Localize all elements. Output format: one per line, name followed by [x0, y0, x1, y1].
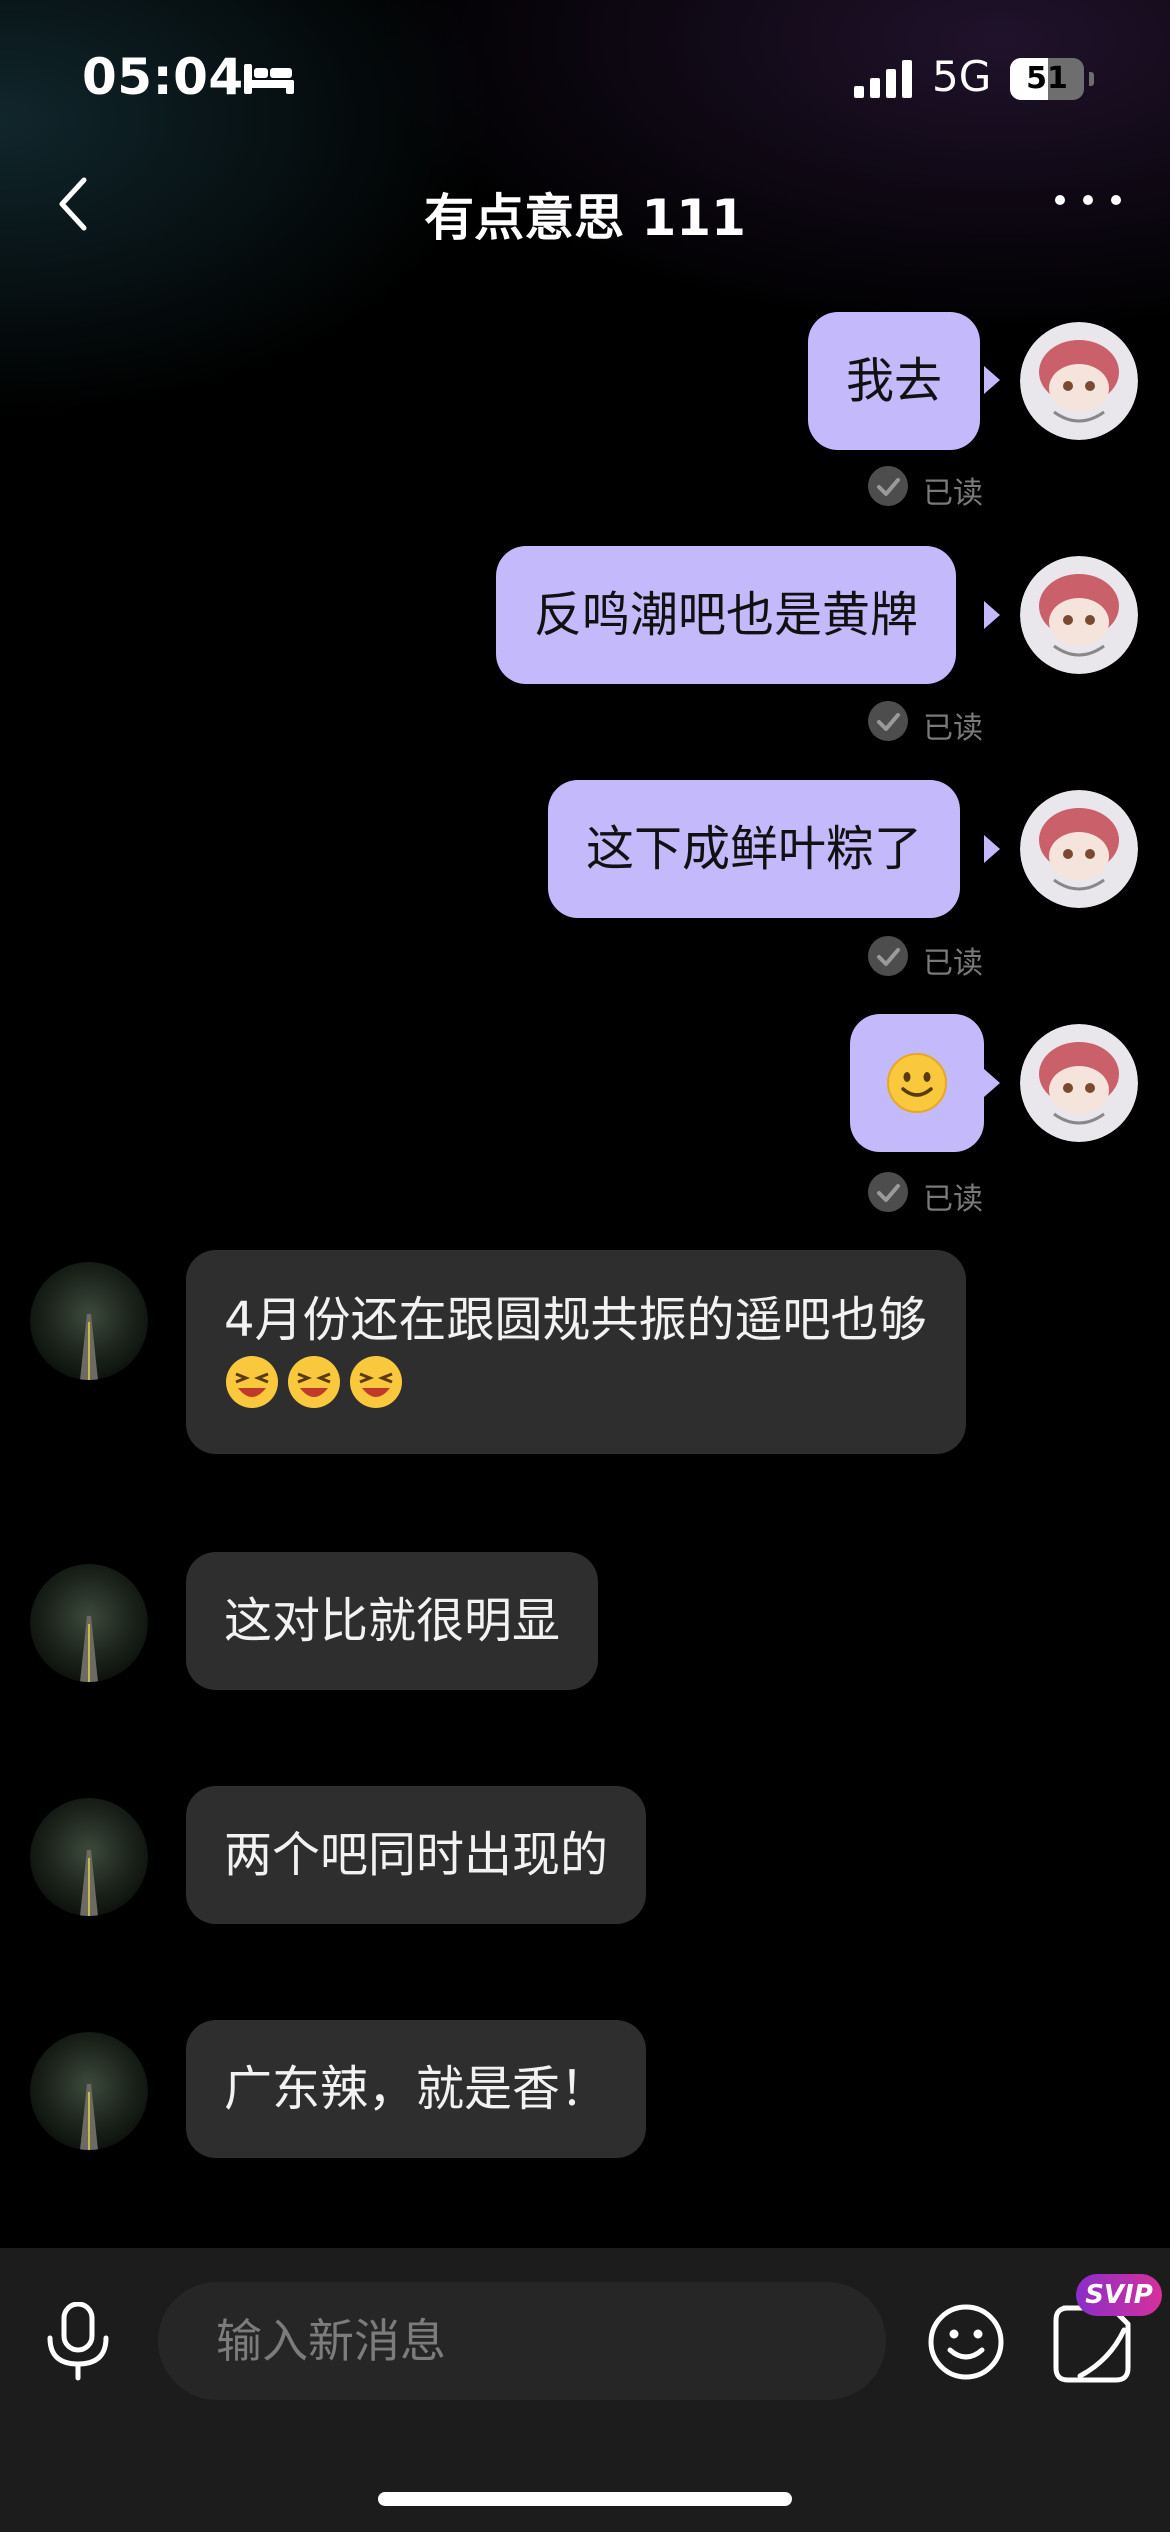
- message-text: 这下成鲜叶粽了: [586, 821, 923, 877]
- bubble-tail: [984, 601, 1000, 629]
- chat-title[interactable]: 有点意思 111: [0, 178, 1170, 250]
- more-options-icon[interactable]: [1052, 190, 1124, 210]
- message-text: 广东辣，就是香！: [224, 2061, 609, 2117]
- read-check-icon: [868, 701, 908, 741]
- bubble-tail: [984, 835, 1000, 863]
- contact-avatar[interactable]: [30, 2032, 148, 2150]
- contact-avatar[interactable]: [30, 1798, 148, 1916]
- battery-icon: 51: [1010, 58, 1094, 100]
- status-time: 05:04: [82, 48, 244, 106]
- cellular-signal-icon: [854, 60, 912, 98]
- sleep-focus-icon: [244, 64, 294, 94]
- forest-road-avatar-icon: [30, 1262, 148, 1380]
- network-type: 5G: [932, 52, 992, 101]
- incoming-message[interactable]: 广东辣，就是香！: [186, 2020, 647, 2158]
- bubble-tail: [984, 1069, 1000, 1097]
- chat-header: 有点意思 111: [0, 150, 1170, 260]
- outgoing-message[interactable]: 我去: [808, 312, 981, 450]
- read-check-icon: [868, 1172, 908, 1212]
- status-bar: 05:04 5G 51: [0, 0, 1170, 150]
- battery-level: 51: [1026, 61, 1068, 96]
- read-label: 已读: [923, 476, 983, 511]
- outgoing-message[interactable]: [850, 1014, 984, 1152]
- incoming-message[interactable]: 这对比就很明显: [186, 1552, 599, 1690]
- bubble-tail: [984, 366, 1000, 394]
- forest-road-avatar-icon: [30, 1798, 148, 1916]
- message-input[interactable]: [158, 2282, 886, 2400]
- message-text: 反鸣潮吧也是黄牌: [534, 587, 919, 643]
- laughing-emoji-icon: [350, 1356, 402, 1408]
- read-check-icon: [868, 936, 908, 976]
- svip-badge: SVIP: [1076, 2274, 1162, 2316]
- my-avatar[interactable]: [1020, 556, 1138, 674]
- laughing-emoji-icon: [288, 1356, 340, 1408]
- read-label: 已读: [923, 946, 983, 981]
- smile-emoji-icon: [887, 1053, 947, 1113]
- message-text: 这对比就很明显: [224, 1593, 561, 1649]
- contact-avatar[interactable]: [30, 1262, 148, 1380]
- laughing-emoji-group: [224, 1356, 410, 1412]
- emoji-face-icon[interactable]: [926, 2302, 1006, 2382]
- anime-avatar-icon: [1020, 322, 1138, 440]
- my-avatar[interactable]: [1020, 1024, 1138, 1142]
- read-label: 已读: [923, 711, 983, 746]
- read-check-icon: [868, 466, 908, 506]
- anime-avatar-icon: [1020, 790, 1138, 908]
- anime-avatar-icon: [1020, 556, 1138, 674]
- incoming-message[interactable]: 4月份还在跟圆规共振的遥吧也够: [186, 1250, 966, 1454]
- forest-road-avatar-icon: [30, 1564, 148, 1682]
- contact-avatar[interactable]: [30, 1564, 148, 1682]
- home-indicator: [378, 2492, 792, 2506]
- anime-avatar-icon: [1020, 1024, 1138, 1142]
- laughing-emoji-icon: [226, 1356, 278, 1408]
- message-text: 4月份还在跟圆规共振的遥吧也够: [224, 1292, 927, 1348]
- my-avatar[interactable]: [1020, 322, 1138, 440]
- forest-road-avatar-icon: [30, 2032, 148, 2150]
- message-text: 两个吧同时出现的: [224, 1827, 609, 1883]
- input-bar: SVIP: [0, 2248, 1170, 2532]
- message-text: 我去: [846, 353, 943, 409]
- my-avatar[interactable]: [1020, 790, 1138, 908]
- incoming-message[interactable]: 两个吧同时出现的: [186, 1786, 647, 1924]
- outgoing-message[interactable]: 反鸣潮吧也是黄牌: [496, 546, 957, 684]
- outgoing-message[interactable]: 这下成鲜叶粽了: [548, 780, 961, 918]
- microphone-icon[interactable]: [44, 2302, 112, 2382]
- read-label: 已读: [923, 1182, 983, 1217]
